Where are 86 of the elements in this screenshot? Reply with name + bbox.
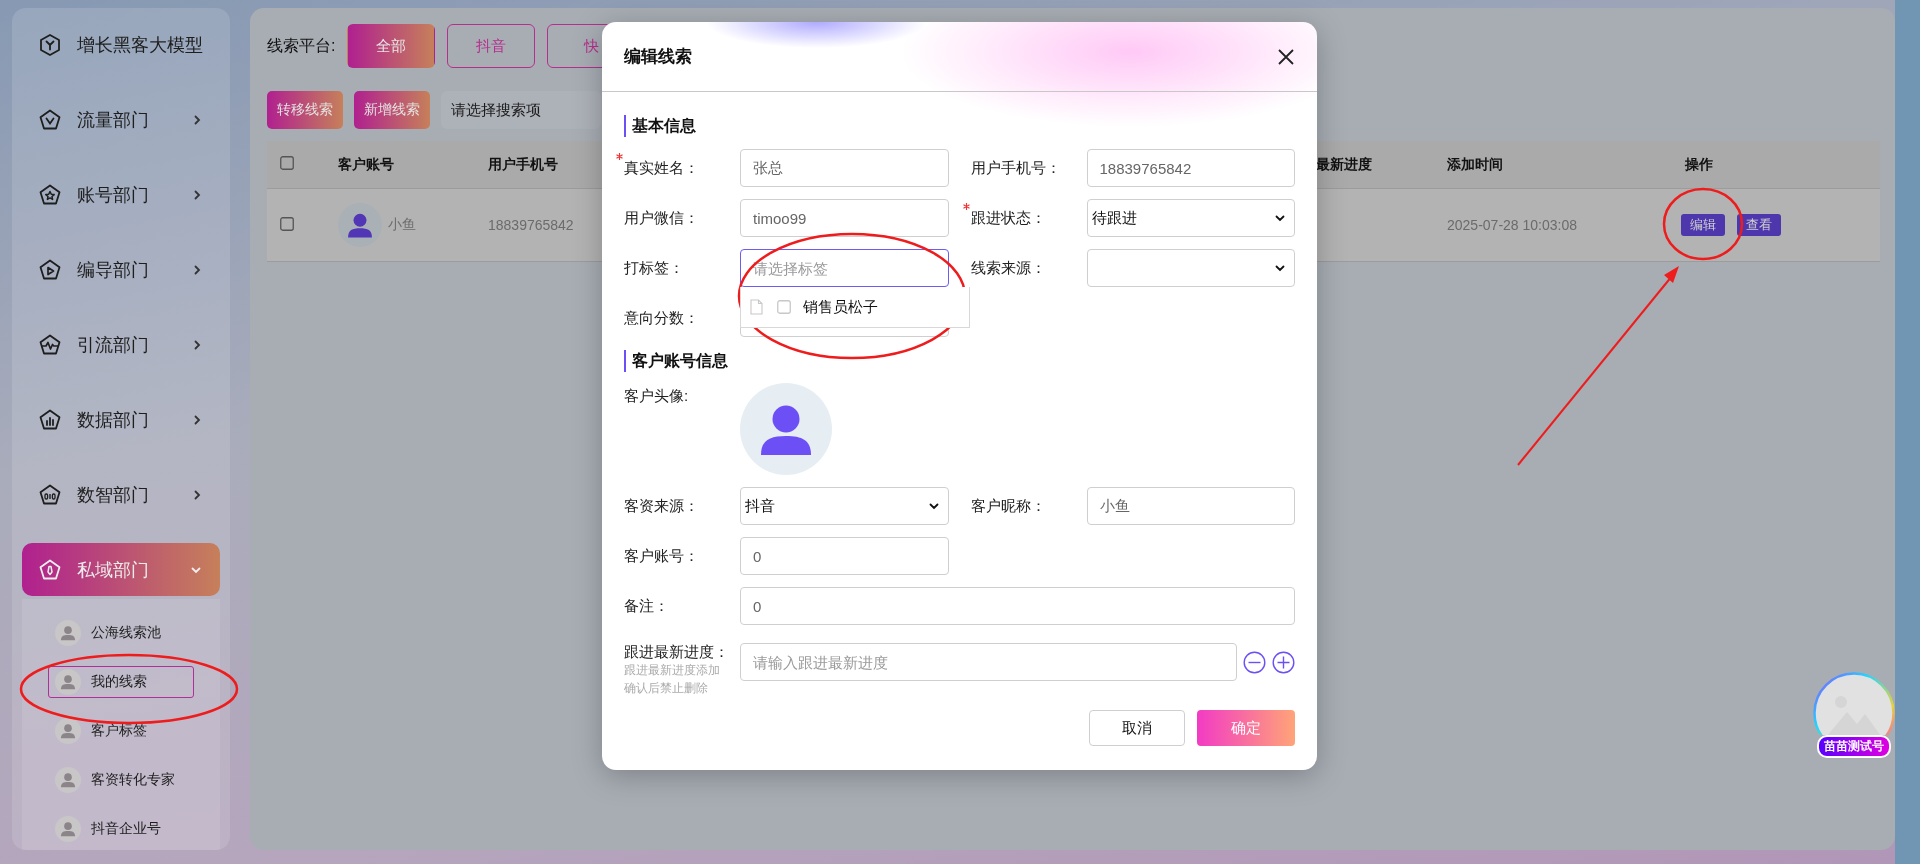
- star-pentagon-icon: [38, 182, 62, 207]
- avatar-icon: [55, 767, 81, 793]
- field-label: 备注：: [624, 596, 670, 616]
- avatar-icon: [338, 203, 382, 247]
- action-button[interactable]: 查看: [1737, 214, 1781, 236]
- field-label: 客户账号：: [624, 546, 700, 566]
- chevron-right-icon: [192, 188, 202, 201]
- file-icon: [750, 299, 763, 315]
- sidebar-item[interactable]: 数据部门: [22, 393, 220, 446]
- submenu-item[interactable]: 公海线索池: [48, 617, 194, 649]
- chevron-right-icon: [192, 263, 202, 276]
- table-cell: 小鱼: [388, 216, 416, 234]
- option-checkbox[interactable]: [777, 300, 791, 314]
- avatar-icon: [740, 383, 832, 475]
- field-label: 客资来源：: [624, 496, 700, 516]
- chevron-right-icon: [192, 413, 202, 426]
- field-label: 真实姓名：: [624, 158, 740, 178]
- column-header: 最新进度: [1316, 155, 1372, 172]
- filter-label: 线索平台:: [267, 35, 336, 56]
- minus-icon[interactable]: [1243, 650, 1266, 674]
- chevron-right-icon: [192, 488, 202, 501]
- sidebar-item[interactable]: 数智部门: [22, 468, 220, 521]
- table-cell: 18839765842: [488, 217, 574, 233]
- submenu-item[interactable]: 客资转化专家: [48, 764, 194, 796]
- tie-pentagon-icon: [38, 557, 62, 582]
- cancel-button[interactable]: 取消: [1089, 710, 1185, 746]
- select-field[interactable]: 抖音: [740, 487, 949, 525]
- dropdown-option[interactable]: 销售员松子: [777, 297, 878, 317]
- column-header: 客户账号: [338, 155, 394, 172]
- input-field[interactable]: 张总: [740, 149, 949, 187]
- chevron-right-icon: [192, 113, 202, 126]
- field-label: 跟进状态：: [970, 208, 1087, 228]
- column-header: 用户手机号: [488, 155, 558, 172]
- field-label: 跟进最新进度：: [624, 643, 730, 661]
- section-title: 基本信息: [624, 115, 1295, 137]
- column-header: 添加时间: [1447, 155, 1503, 172]
- plus-icon[interactable]: [1272, 650, 1295, 674]
- binary-pentagon-icon: [38, 482, 62, 507]
- tag-select-field[interactable]: 请选择标签: [740, 249, 949, 287]
- submenu-item[interactable]: 我的线索: [48, 666, 194, 698]
- close-icon[interactable]: [1277, 47, 1295, 66]
- section-title: 客户账号信息: [624, 350, 1295, 372]
- field-label: 用户微信：: [624, 208, 700, 228]
- field-label: 客户昵称：: [970, 496, 1047, 516]
- platform-tab[interactable]: 全部: [347, 24, 436, 68]
- select-all-checkbox[interactable]: [280, 156, 294, 170]
- hint-text: 跟进最新进度添加确认后禁止删除: [624, 662, 721, 697]
- avatar-icon: [55, 718, 81, 744]
- sidebar-item[interactable]: 增长黑客大模型: [22, 18, 220, 71]
- column-header: 操作: [1685, 155, 1713, 172]
- field-label: 线索来源：: [970, 258, 1047, 278]
- toolbar-button[interactable]: 转移线索: [267, 91, 343, 129]
- sidebar-item[interactable]: 流量部门: [22, 93, 220, 146]
- table-cell: 2025-07-28 10:03:08: [1447, 217, 1577, 233]
- account-badge: 苗苗测试号: [1817, 735, 1891, 758]
- chevron-pentagon-icon: [38, 107, 62, 132]
- input-field[interactable]: 请输入跟进最新进度: [740, 643, 1237, 681]
- search-select[interactable]: 请选择搜索项: [441, 91, 601, 129]
- sidebar-item[interactable]: 私域部门: [22, 543, 220, 596]
- sidebar-item[interactable]: 账号部门: [22, 168, 220, 221]
- select-field[interactable]: 待跟进: [1086, 199, 1295, 237]
- chart-pentagon-icon: [38, 407, 62, 432]
- submenu-item[interactable]: 抖音企业号: [48, 813, 194, 845]
- action-button[interactable]: 编辑: [1681, 214, 1725, 236]
- play-pentagon-icon: [38, 257, 62, 282]
- pulse-pentagon-icon: [38, 332, 62, 357]
- avatar-icon: [55, 620, 81, 646]
- avatar-icon: [55, 669, 81, 695]
- input-field[interactable]: 0: [740, 587, 1295, 625]
- input-field[interactable]: 小鱼: [1086, 487, 1295, 525]
- input-field[interactable]: 18839765842: [1086, 149, 1295, 187]
- field-label: 打标签：: [624, 258, 685, 278]
- sidebar-item[interactable]: 编导部门: [22, 243, 220, 296]
- hexagon-icon: [38, 32, 62, 57]
- avatar-icon: [55, 816, 81, 842]
- submenu-item[interactable]: 客户标签: [48, 715, 194, 747]
- field-label: 客户头像:: [624, 386, 690, 406]
- chevron-right-icon: [192, 338, 202, 351]
- select-field[interactable]: [1086, 249, 1295, 287]
- row-checkbox[interactable]: [280, 216, 294, 231]
- input-field[interactable]: 0: [740, 537, 949, 575]
- field-label: 用户手机号：: [970, 158, 1062, 178]
- field-label: 意向分数：: [624, 308, 700, 328]
- input-field[interactable]: timoo99: [740, 199, 949, 237]
- sidebar-item[interactable]: 引流部门: [22, 318, 220, 371]
- toolbar-button[interactable]: 新增线索: [354, 91, 430, 129]
